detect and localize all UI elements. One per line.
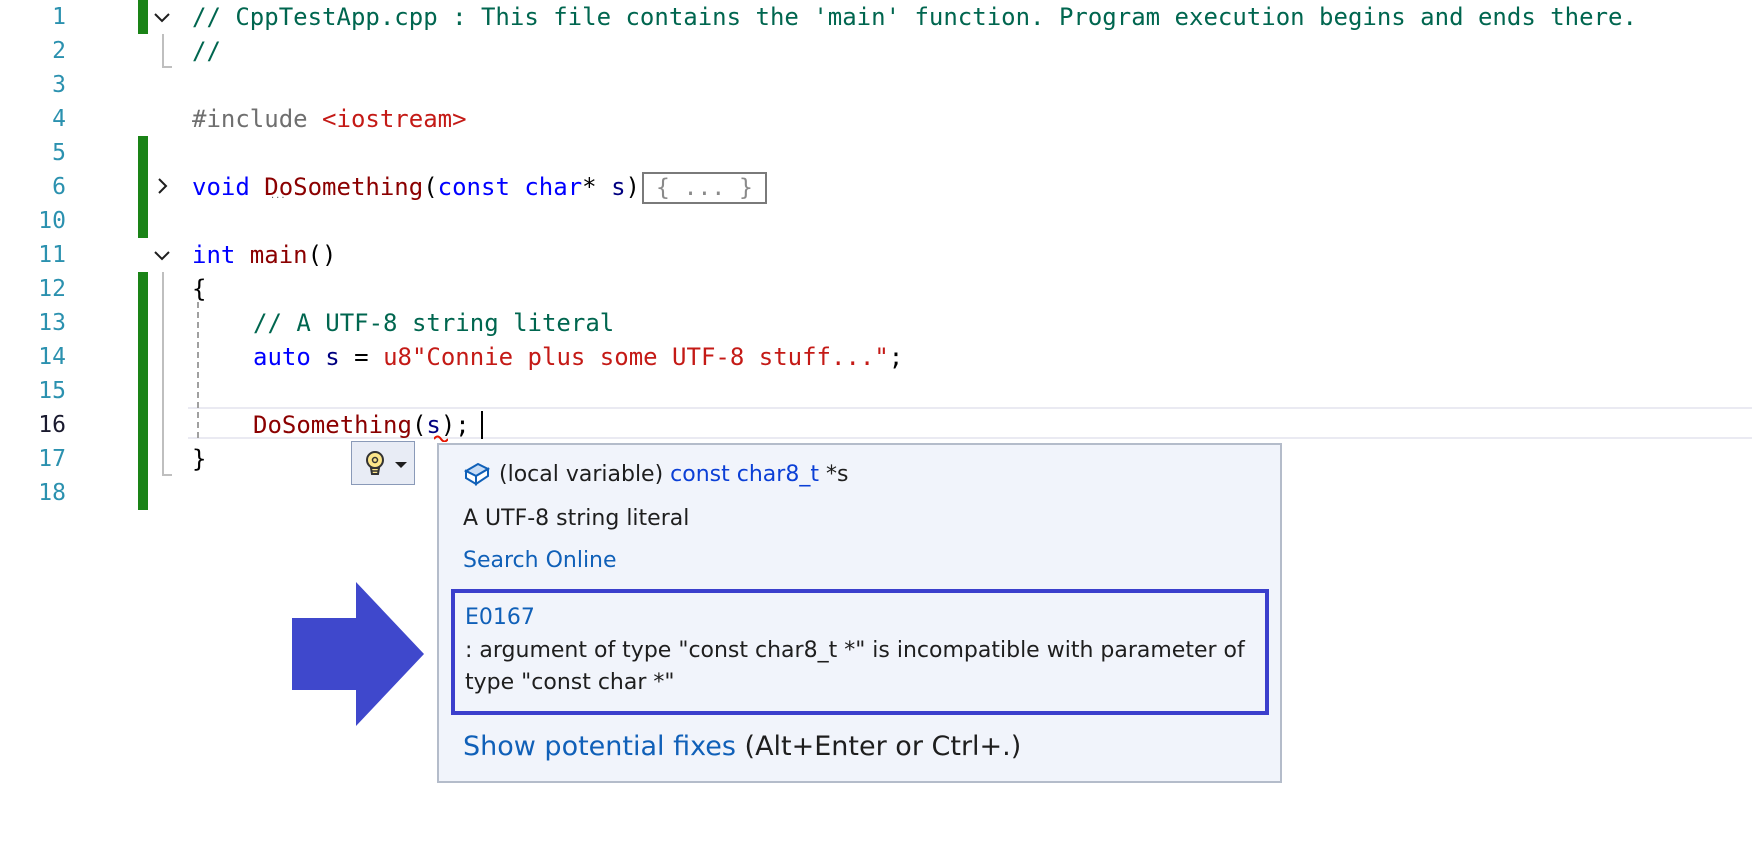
code-line: 1 // CppTestApp.cpp : This file contains …	[0, 0, 1752, 34]
line-number: 13	[38, 310, 66, 336]
code-line: 11 int main()	[0, 238, 1752, 272]
potential-fixes-row: Show potential fixes (Alt+Enter or Ctrl+…	[463, 727, 1021, 767]
line-number: 2	[52, 38, 66, 64]
code-line: 6 void DoSomething(const char* s){ ... }	[0, 170, 1752, 204]
error-squiggle	[434, 435, 448, 442]
code-token: u8"Connie plus some UTF-8 stuff..."	[383, 343, 889, 371]
code-line: 3	[0, 68, 1752, 102]
code-line: 10	[0, 204, 1752, 238]
chevron-down-icon	[395, 462, 407, 468]
line-number: 12	[38, 276, 66, 302]
text-caret	[481, 411, 483, 439]
lightbulb-icon	[362, 450, 388, 482]
code-text: }	[192, 442, 206, 476]
code-token: =	[339, 343, 384, 371]
code-token: DoSomething	[253, 411, 412, 439]
code-line: 2 //	[0, 34, 1752, 68]
error-message: : argument of type "const char8_t *" is …	[465, 638, 1245, 695]
code-token: s	[611, 173, 626, 201]
quick-actions-button[interactable]	[351, 441, 415, 485]
code-token: // CppTestApp.cpp : This file contains t…	[192, 3, 1637, 31]
quick-info-tooltip: (local variable) const char8_t *s A UTF-…	[437, 443, 1282, 783]
tooltip-signature: (local variable) const char8_t *s	[463, 459, 848, 497]
hint-dots: ···	[271, 193, 287, 204]
code-line: 14 auto s = u8"Connie plus some UTF-8 stu…	[0, 340, 1752, 374]
collapsed-region[interactable]: { ... }	[641, 172, 767, 204]
arrow-right-icon	[292, 582, 424, 726]
code-token: DoSomething	[264, 173, 424, 201]
signature-type[interactable]: const char8_t	[670, 462, 819, 487]
line-number: 16	[38, 412, 66, 438]
code-token: <iostream>	[322, 105, 467, 133]
code-text: auto s = u8"Connie plus some UTF-8 stuff…	[253, 340, 903, 374]
line-number: 15	[38, 378, 66, 404]
code-token: // A UTF-8 string literal	[253, 309, 615, 337]
code-line: 12 {	[0, 272, 1752, 306]
code-text: int main()	[192, 238, 337, 272]
show-potential-fixes-link[interactable]: Show potential fixes	[463, 731, 736, 762]
line-number: 6	[52, 174, 66, 200]
code-token: }	[192, 445, 207, 473]
code-token: (	[411, 411, 427, 439]
line-number: 11	[38, 242, 66, 268]
code-line: 15	[0, 374, 1752, 408]
search-online-link[interactable]: Search Online	[463, 545, 617, 577]
line-number: 3	[52, 72, 66, 98]
code-token: ()	[307, 241, 337, 269]
code-line: 16 DoSomething(s);	[0, 408, 1752, 442]
code-token: //	[192, 37, 221, 65]
line-number: 1	[52, 4, 66, 30]
line-number: 5	[52, 140, 66, 166]
code-token: main	[249, 241, 308, 269]
code-text: // CppTestApp.cpp : This file contains t…	[192, 0, 1637, 34]
tooltip-description: A UTF-8 string literal	[463, 506, 690, 531]
signature-prefix: (local variable)	[499, 462, 671, 487]
code-token: *	[582, 173, 612, 201]
code-line: 13 // A UTF-8 string literal	[0, 306, 1752, 340]
signature-suffix: *s	[818, 462, 849, 487]
code-token: auto	[253, 343, 326, 371]
error-highlight-box: E0167 : argument of type "const char8_t …	[451, 589, 1269, 715]
code-token: s	[325, 343, 340, 371]
local-variable-icon	[463, 461, 491, 497]
fix-shortcut: (Alt+Enter or Ctrl+.)	[735, 731, 1022, 762]
code-token: ;	[888, 343, 904, 371]
line-number: 17	[38, 446, 66, 472]
code-token: const	[437, 173, 525, 201]
code-text: //	[192, 34, 221, 68]
code-token: #include	[192, 105, 323, 133]
code-token: int	[192, 241, 250, 269]
line-number: 18	[38, 480, 66, 506]
code-line: 5	[0, 136, 1752, 170]
code-line: 4 #include <iostream>	[0, 102, 1752, 136]
code-token: void	[192, 173, 265, 201]
code-text: #include <iostream>	[192, 102, 467, 136]
line-number: 4	[52, 106, 66, 132]
error-code-link[interactable]: E0167	[465, 603, 535, 633]
code-token: )	[625, 173, 640, 201]
code-token: (	[423, 173, 438, 201]
code-token: char	[524, 173, 583, 201]
code-text: {	[192, 272, 206, 306]
code-text: // A UTF-8 string literal	[253, 306, 614, 340]
line-number: 10	[38, 208, 66, 234]
line-number: 14	[38, 344, 66, 370]
code-token: {	[192, 275, 207, 303]
